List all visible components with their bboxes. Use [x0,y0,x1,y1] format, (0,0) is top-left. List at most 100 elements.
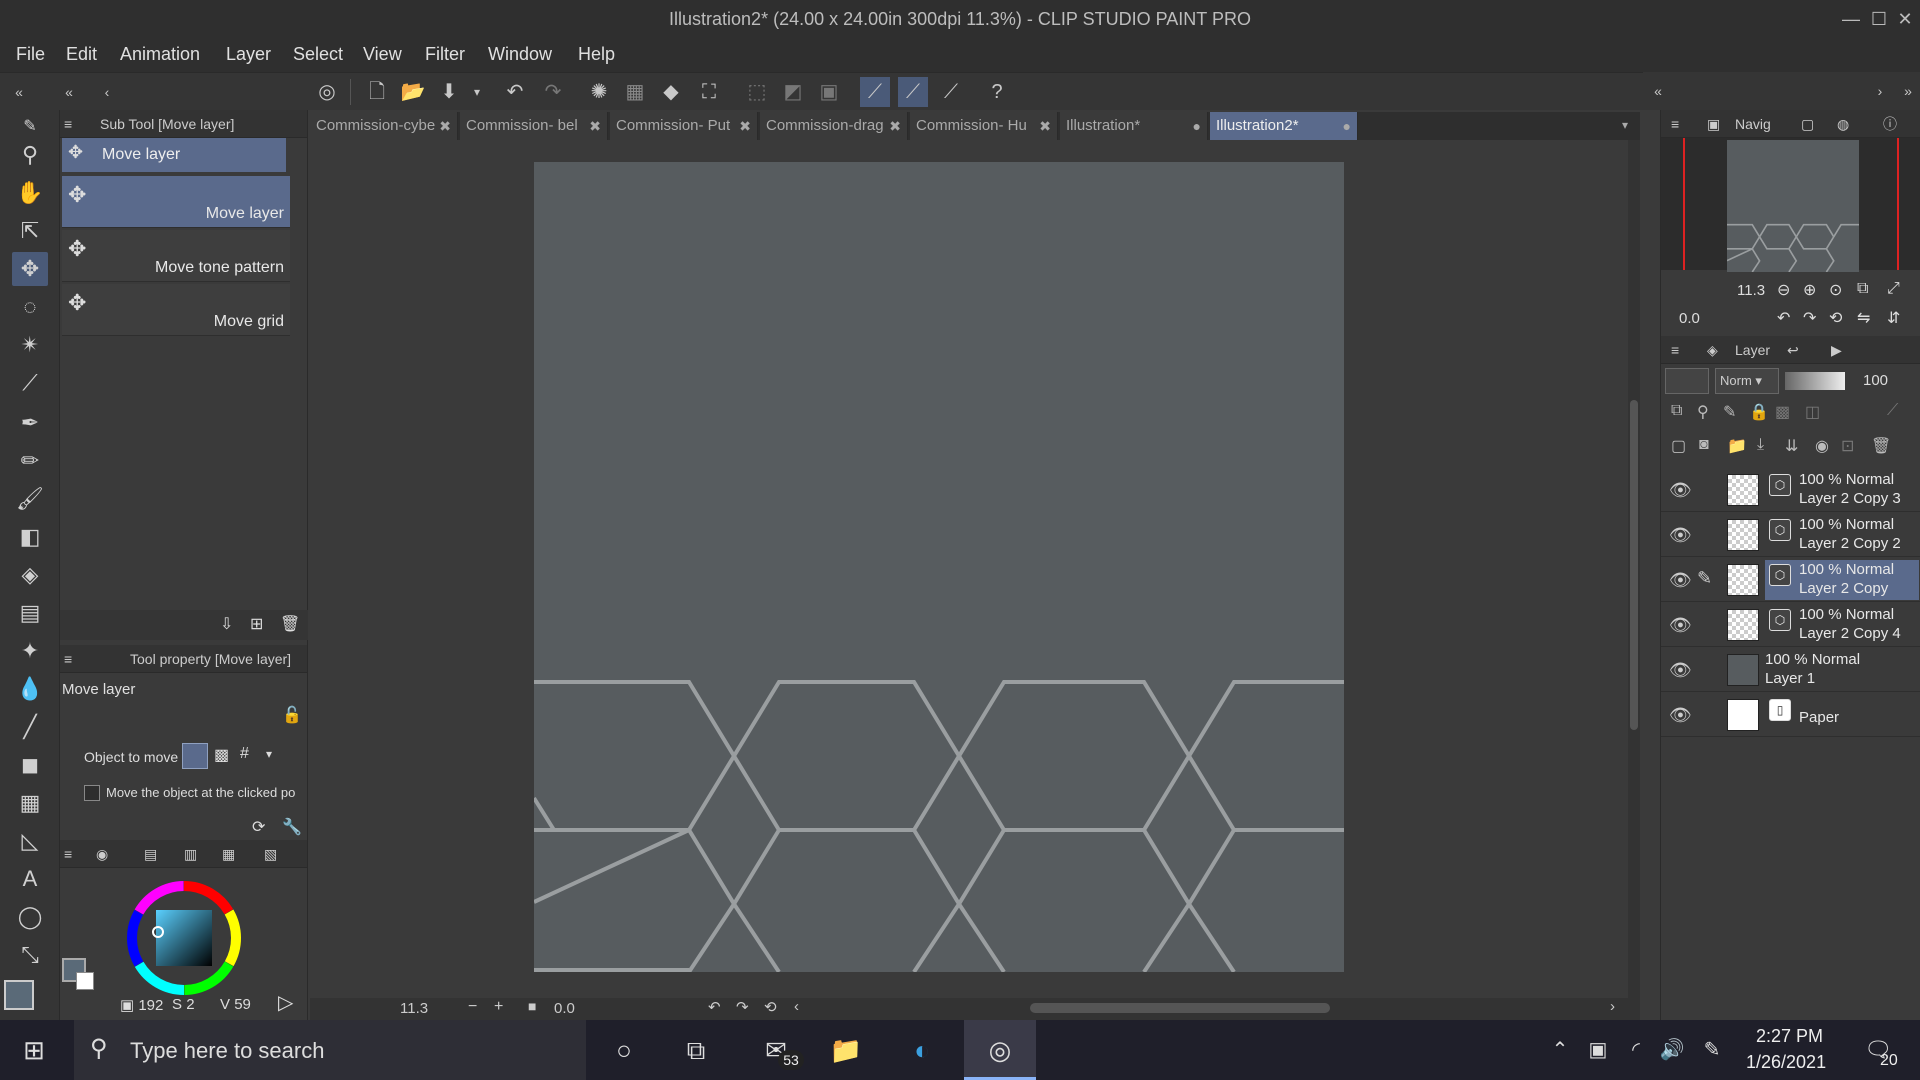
decoration-tool-icon[interactable]: ▤ [12,596,48,630]
move-layer-tool-icon[interactable]: ✥ [12,252,48,286]
fit-navigator-icon[interactable]: ⤢ [1887,280,1900,298]
layer-row[interactable]: 👁 ⬡ 100 % Normal Layer 2 Copy 4 [1661,603,1920,647]
collapse-left-2-icon[interactable]: « [54,77,84,107]
main-color-swatch[interactable] [4,980,34,1010]
layer-row[interactable]: 👁 ⬡ 100 % Normal Layer 2 Copy 3 [1661,468,1920,512]
new-file-icon[interactable]: 🗋 [362,77,392,107]
subtool-move-tone-pattern[interactable]: ✥ Move tone pattern [62,230,290,282]
panel-menu-icon[interactable]: ≡ [1671,110,1679,138]
zoom-value[interactable]: 11.3 [400,1000,428,1017]
fill-icon[interactable]: ◆ [656,77,686,107]
mail-app-button[interactable]: ✉ 53 [748,1020,814,1080]
canvas[interactable] [534,162,1344,972]
flip-vertical-icon[interactable]: ⇵ [1887,308,1900,328]
expand-right-icon[interactable]: » [1893,76,1920,106]
layer-color-dropdown[interactable] [1665,368,1709,394]
meet-now-icon[interactable]: ▣ [1578,1030,1618,1070]
hand-tool-icon[interactable]: ✋ [12,176,48,210]
snap-special-ruler-icon[interactable]: ⟋ [898,77,928,107]
menu-layer[interactable]: Layer [226,44,271,65]
collapse-left-icon[interactable]: « [4,77,34,107]
lasso-tool-icon[interactable]: ◌ [12,290,48,324]
save-icon[interactable]: ⬇ [434,77,464,107]
menu-filter[interactable]: Filter [425,44,465,65]
zoom-in-icon[interactable]: ⊕ [1803,280,1816,300]
transfer-down-icon[interactable]: ⤓ [1757,436,1764,454]
balloon-tool-icon[interactable]: ◯ [12,900,48,934]
eyedropper-tool-icon[interactable]: ⟋ [12,366,48,400]
layer-name[interactable]: Layer 2 Copy 3 [1799,490,1901,507]
clock-time[interactable]: 2:27 PM [1756,1026,1823,1047]
reference-icon[interactable]: ⚲ [1697,402,1709,422]
rotate-left-icon[interactable]: ↶ [708,998,721,1016]
auto-action-tab-icon[interactable]: ▶ [1831,336,1842,364]
show-hidden-icons-icon[interactable]: ⌃ [1540,1030,1580,1070]
pen-workspace-icon[interactable]: ✎ [1692,1030,1732,1070]
layer-name[interactable]: Paper [1799,709,1839,726]
magic-wand-tool-icon[interactable]: ✴ [12,328,48,362]
opacity-value[interactable]: 100 [1863,372,1888,389]
object-layer-toggle[interactable] [182,743,208,769]
merge-down-icon[interactable]: ⇊ [1785,436,1798,456]
tab-commission-cybe[interactable]: Commission-cybe ✖ [310,112,458,140]
settings-wrench-icon[interactable]: 🔧 [282,817,302,837]
delete-subtool-icon[interactable]: 🗑 [280,614,300,634]
menu-window[interactable]: Window [488,44,552,65]
tab-commission-bel[interactable]: Commission- bel ✖ [460,112,608,140]
layer-tab-label[interactable]: Layer [1735,336,1770,364]
scroll-left-icon[interactable]: ‹ [794,998,799,1015]
opacity-slider[interactable] [1785,372,1845,390]
minimize-button[interactable]: — [1836,4,1866,34]
rotate-right-icon[interactable]: ↷ [736,998,749,1016]
color-mode-icon[interactable]: ▷ [278,990,293,1015]
network-icon[interactable]: ◜ [1616,1030,1656,1070]
layer-tab-icon[interactable]: ◈ [1707,336,1718,364]
draft-icon[interactable]: ✎ [1723,402,1736,422]
vertical-scrollbar[interactable] [1628,140,1640,998]
reset-rotation-icon[interactable]: ⟲ [1829,308,1842,328]
correct-line-tool-icon[interactable]: ⤡ [12,938,48,972]
delete-layer-icon[interactable]: 🗑 [1871,436,1891,456]
intermediate-color-tab-icon[interactable]: ▦ [222,840,235,868]
clip-studio-icon[interactable]: ◎ [312,77,342,107]
object-dropdown-icon[interactable]: ▾ [266,747,272,761]
reset-rotation-icon[interactable]: ⟲ [764,998,777,1016]
navigator-tab-icon[interactable]: ▣ [1707,110,1720,138]
subtool-move-layer[interactable]: ✥ Move layer [62,176,290,228]
windows-start-icon[interactable]: ⊞ [14,1030,54,1070]
clip-icon[interactable]: ⧉ [1671,402,1682,420]
task-view-icon[interactable]: ⧉ [676,1030,716,1070]
ruler-tool-icon[interactable]: ◺ [12,824,48,858]
operation-tool-icon[interactable]: ⇱ [12,214,48,248]
menu-help[interactable]: Help [578,44,615,65]
frame-tool-icon[interactable]: ▦ [12,786,48,820]
history-tab-icon[interactable]: ↩ [1787,336,1799,364]
clear-outside-icon[interactable]: ▦ [620,77,650,107]
rotate-right-icon[interactable]: ↷ [1803,308,1816,328]
lock-icon[interactable]: 🔓 [282,705,302,725]
move-clicked-checkbox[interactable] [84,785,100,801]
open-file-icon[interactable]: 📂 [398,77,428,107]
lock-icon[interactable]: 🔒 [1749,402,1769,422]
text-tool-icon[interactable]: A [12,862,48,896]
sub-tool-group-tab[interactable]: ✥ Move layer [62,138,286,172]
brush-tool-icon[interactable]: 🖌 [12,482,48,516]
menu-view[interactable]: View [363,44,402,65]
reset-icon[interactable]: ⟳ [252,817,265,837]
visibility-eye-icon[interactable]: 👁 [1669,615,1692,636]
ruler-range-icon[interactable]: ⟋ [1887,402,1898,420]
close-button[interactable]: ✕ [1890,4,1920,34]
volume-icon[interactable]: 🔊 [1652,1030,1692,1070]
invert-selection-icon[interactable]: ◩ [778,77,808,107]
scroll-right-icon[interactable]: › [1610,998,1615,1015]
zoom-out-icon[interactable]: ⊖ [1777,280,1790,300]
unsaved-dot-icon[interactable]: ● [1343,112,1351,140]
color-wheel-tab-icon[interactable]: ◉ [96,840,108,868]
action-center-button[interactable]: 🗨 20 [1852,1020,1912,1080]
layer-row-selected[interactable]: 👁 ✎ ⬡ 100 % Normal Layer 2 Copy [1661,558,1920,602]
new-folder-icon[interactable]: 📁 [1727,436,1747,456]
visibility-eye-icon[interactable]: 👁 [1669,660,1692,681]
search-box[interactable]: ⚲ Type here to search [74,1020,586,1080]
subtool-move-grid[interactable]: ✥ Move grid [62,284,290,336]
navigator-tab-label[interactable]: Navig [1735,110,1771,138]
